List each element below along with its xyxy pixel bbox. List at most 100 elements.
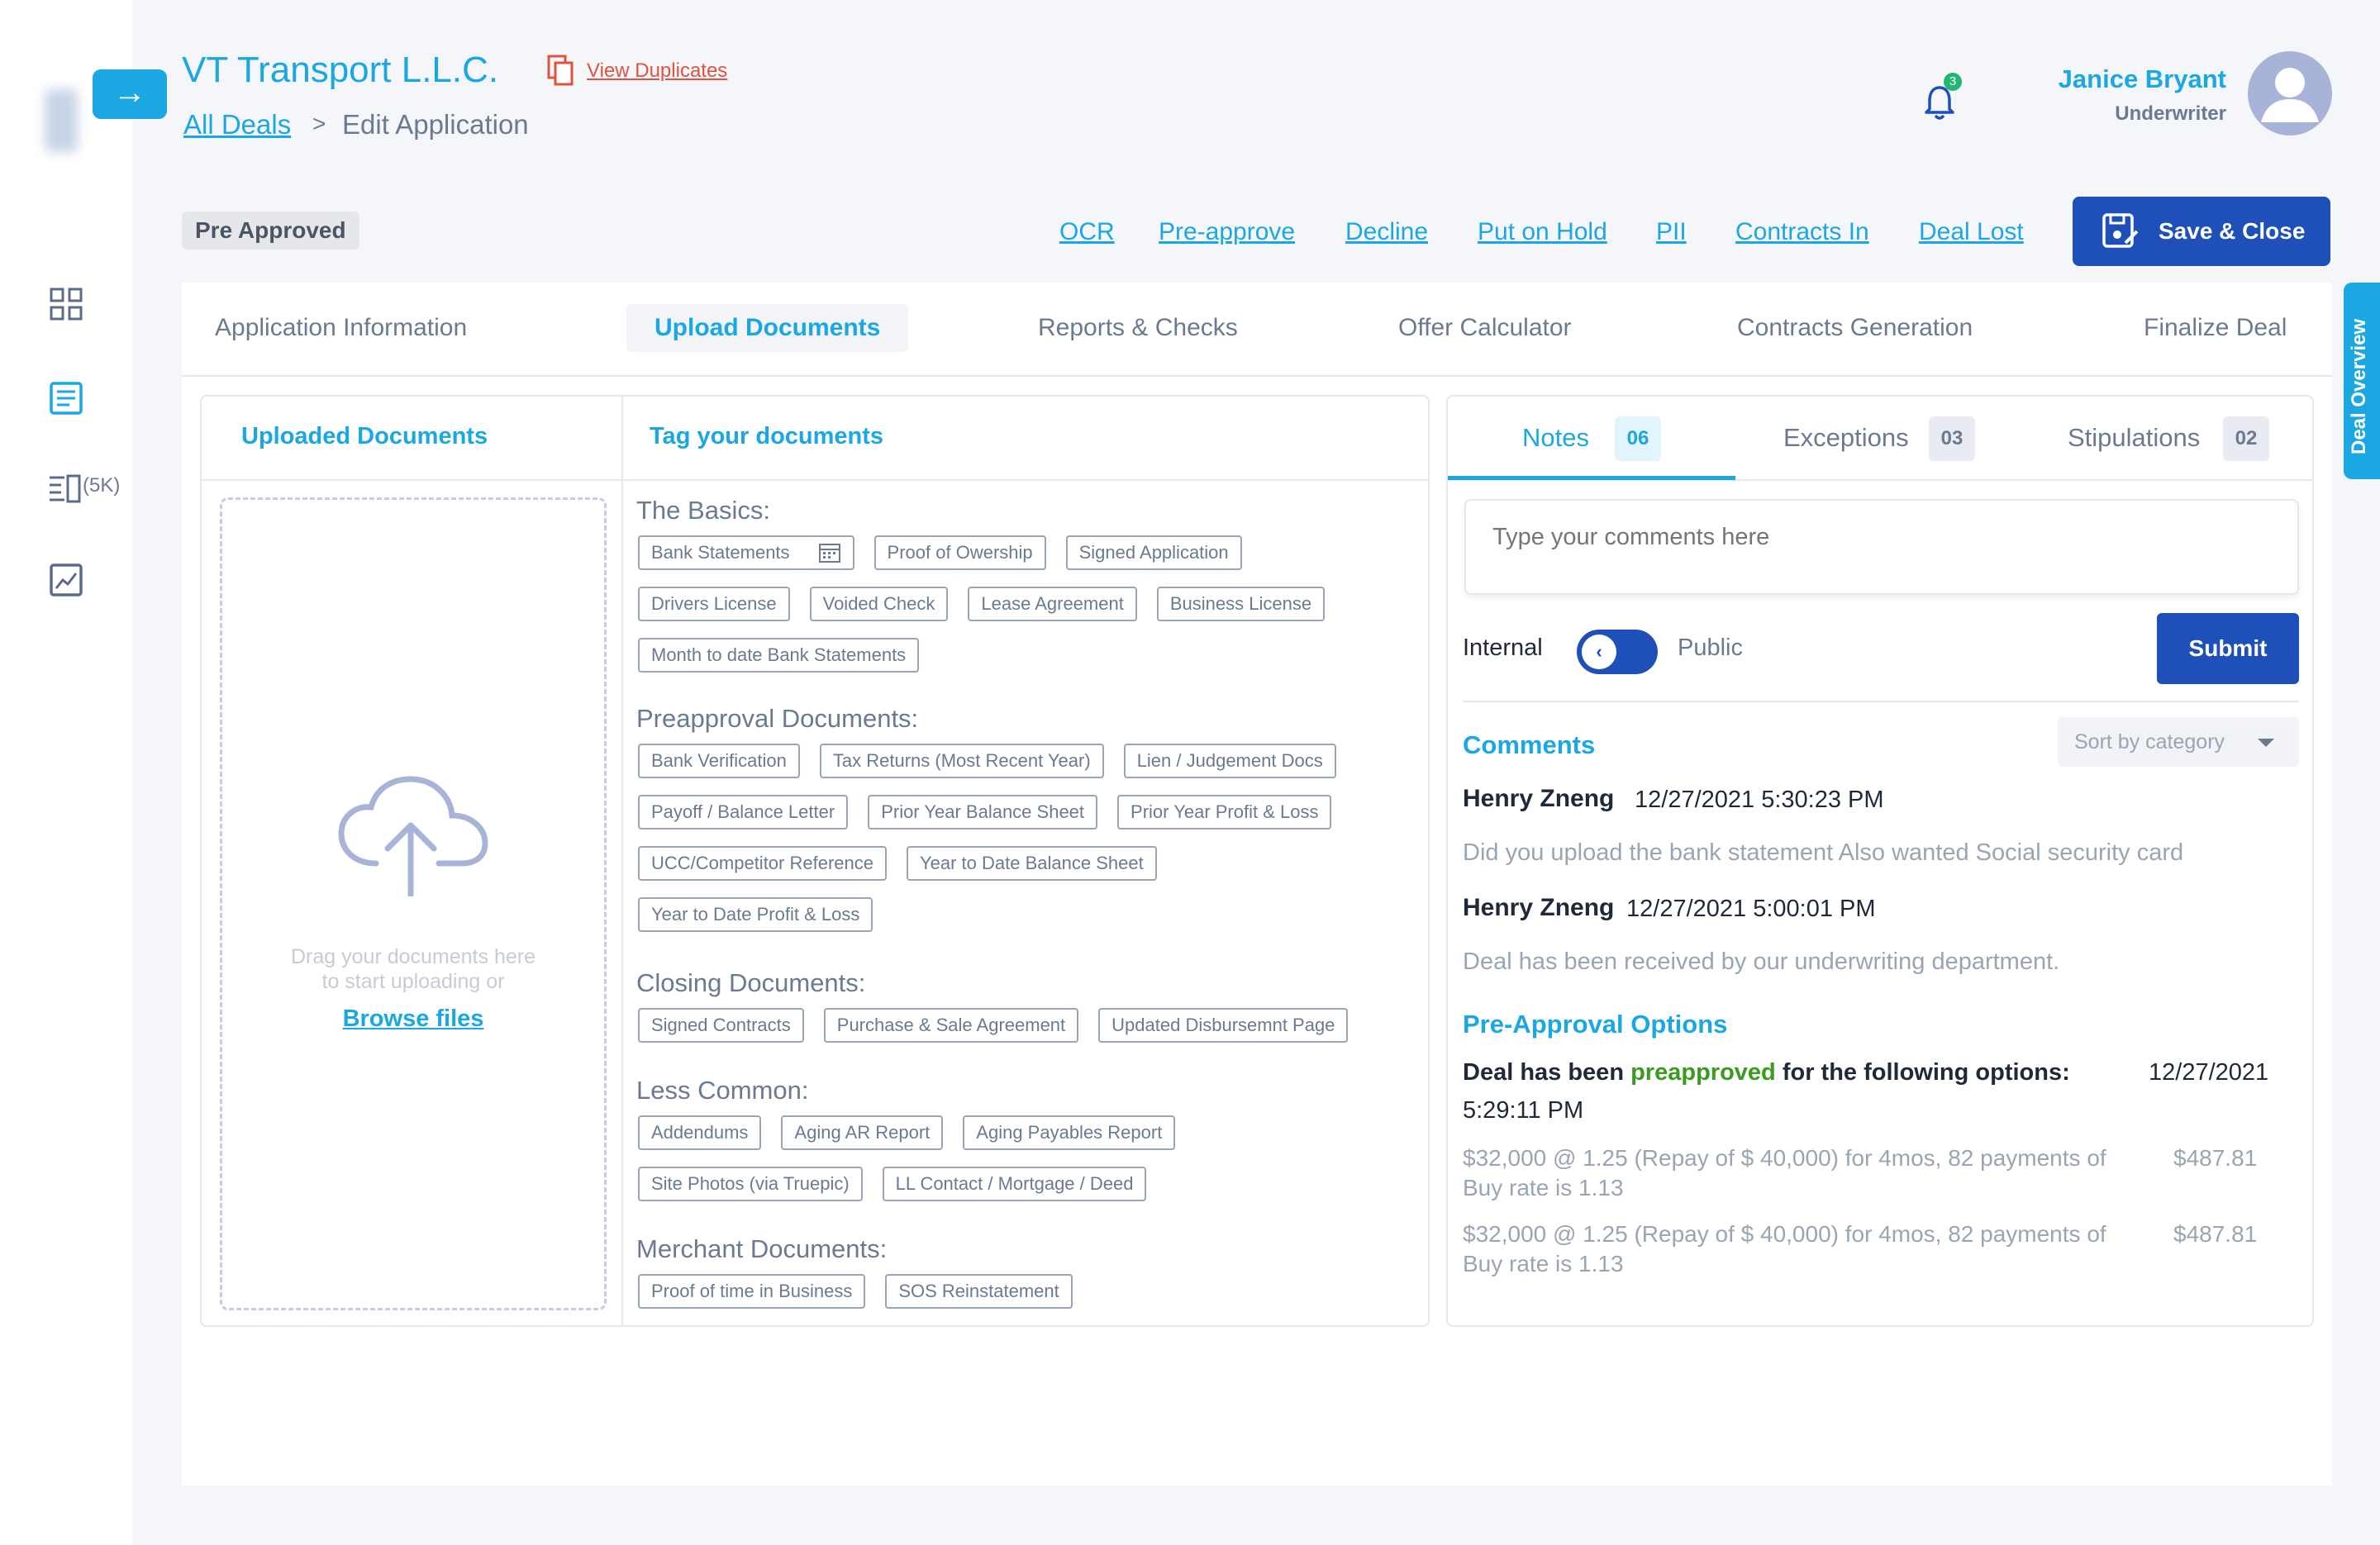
preapproval-suffix: for the following options: <box>1775 1059 2070 1086</box>
tag-documents-title: Tag your documents <box>650 423 884 449</box>
copy-icon[interactable] <box>547 55 575 88</box>
tab-reports-checks[interactable]: Reports & Checks <box>1038 314 1238 342</box>
notes-panel: Notes 06 Exceptions 03 Stipulations 02 I… <box>1446 395 2314 1327</box>
tag-proof-of-ownership[interactable]: Proof of Owership <box>873 535 1046 570</box>
dashboard-icon[interactable] <box>48 286 84 322</box>
section-preapproval-documents: Preapproval Documents: <box>636 704 919 733</box>
tag-updated-disbursement-page[interactable]: Updated Disbursemnt Page <box>1098 1008 1349 1043</box>
analytics-icon[interactable] <box>48 562 84 598</box>
caret-down-icon <box>2258 739 2274 747</box>
tag-month-to-date-bank-statements[interactable]: Month to date Bank Statements <box>638 638 920 673</box>
tab-exceptions[interactable]: Exceptions <box>1783 423 1909 453</box>
tag-prior-year-balance-sheet[interactable]: Prior Year Balance Sheet <box>868 795 1098 830</box>
section-less-common: Less Common: <box>636 1076 809 1105</box>
drop-instructions: Drag your documents here to start upload… <box>222 944 604 994</box>
deal-list-icon[interactable] <box>46 471 83 507</box>
save-close-label: Save & Close <box>2159 218 2306 244</box>
tag-ucc-competitor-reference[interactable]: UCC/Competitor Reference <box>638 846 887 881</box>
tag-signed-contracts[interactable]: Signed Contracts <box>638 1008 804 1043</box>
tag-proof-of-time-in-business[interactable]: Proof of time in Business <box>638 1274 866 1309</box>
ocr-link[interactable]: OCR <box>1059 218 1115 246</box>
notification-badge: 3 <box>1944 73 1962 91</box>
comment-author: Henry Zneng <box>1463 894 1615 921</box>
tag-ytd-profit-loss[interactable]: Year to Date Profit & Loss <box>638 897 873 932</box>
view-duplicates-link[interactable]: View Duplicates <box>587 59 727 83</box>
visibility-toggle[interactable]: ‹ <box>1577 630 1658 674</box>
status-badge: Pre Approved <box>182 212 359 250</box>
tag-bank-verification[interactable]: Bank Verification <box>638 744 800 778</box>
deal-overview-tab[interactable]: Deal Overview <box>2344 283 2380 479</box>
breadcrumb-current: Edit Application <box>342 109 529 140</box>
tag-ytd-balance-sheet[interactable]: Year to Date Balance Sheet <box>906 846 1157 881</box>
user-name[interactable]: Janice Bryant <box>2059 64 2226 94</box>
tab-contracts-generation[interactable]: Contracts Generation <box>1737 314 1973 342</box>
internal-label: Internal <box>1463 635 1543 661</box>
stipulations-count-badge: 02 <box>2223 416 2269 461</box>
pii-link[interactable]: PII <box>1656 218 1687 246</box>
tag-purchase-sale-agreement[interactable]: Purchase & Sale Agreement <box>823 1008 1079 1043</box>
tag-tax-returns[interactable]: Tax Returns (Most Recent Year) <box>819 744 1104 778</box>
tab-upload-documents[interactable]: Upload Documents <box>626 304 909 352</box>
avatar[interactable] <box>2248 51 2332 135</box>
section-closing-documents: Closing Documents: <box>636 968 866 997</box>
preapproval-prefix: Deal has been <box>1463 1059 1631 1086</box>
breadcrumb-all-deals[interactable]: All Deals <box>183 109 291 140</box>
comment-date: 12/27/2021 5:30:23 PM <box>1635 787 1884 813</box>
tag-lease-agreement[interactable]: Lease Agreement <box>968 587 1137 621</box>
pre-approve-link[interactable]: Pre-approve <box>1159 218 1295 246</box>
tab-offer-calculator[interactable]: Offer Calculator <box>1398 314 1572 342</box>
tag-prior-year-profit-loss[interactable]: Prior Year Profit & Loss <box>1117 795 1332 830</box>
document-icon[interactable] <box>48 380 84 416</box>
tab-stipulations[interactable]: Stipulations <box>2068 423 2200 453</box>
uploaded-documents-title: Uploaded Documents <box>241 423 488 449</box>
divider <box>1463 701 2299 702</box>
submit-button[interactable]: Submit <box>2157 613 2299 684</box>
contracts-in-link[interactable]: Contracts In <box>1735 218 1869 246</box>
company-title: VT Transport L.L.C. <box>182 50 499 90</box>
tag-aging-ar-report[interactable]: Aging AR Report <box>781 1115 944 1150</box>
tag-voided-check[interactable]: Voided Check <box>809 587 949 621</box>
chevron-left-icon: ‹ <box>1582 635 1616 669</box>
browse-files-link[interactable]: Browse files <box>222 1005 604 1033</box>
deal-overview-label: Deal Overview <box>2348 318 2370 454</box>
sort-label: Sort by category <box>2074 730 2225 753</box>
breadcrumb-separator: > <box>312 111 326 136</box>
tab-application-information[interactable]: Application Information <box>215 314 467 342</box>
tag-sos-reinstatement[interactable]: SOS Reinstatement <box>885 1274 1073 1309</box>
tag-bank-statements[interactable]: Bank Statements <box>638 535 854 570</box>
comment-text: Deal has been received by our underwriti… <box>1463 948 2060 975</box>
drop-instructions-line2: to start uploading or <box>321 970 505 993</box>
user-role: Underwriter <box>2115 102 2226 125</box>
save-close-button[interactable]: Save & Close <box>2073 197 2330 266</box>
tag-lien-judgement-docs[interactable]: Lien / Judgement Docs <box>1123 744 1336 778</box>
calendar-icon[interactable] <box>818 542 841 563</box>
tag-site-photos[interactable]: Site Photos (via Truepic) <box>638 1167 863 1201</box>
tag-payoff-balance-letter[interactable]: Payoff / Balance Letter <box>638 795 849 830</box>
sort-dropdown[interactable]: Sort by category <box>2058 717 2299 767</box>
tab-notes[interactable]: Notes <box>1522 423 1589 453</box>
comment-text: Did you upload the bank statement Also w… <box>1463 839 2184 866</box>
tab-bar: Application Information Upload Documents… <box>182 283 2332 377</box>
tag-ll-contact-mortgage-deed[interactable]: LL Contact / Mortgage / Deed <box>882 1167 1147 1201</box>
decline-link[interactable]: Decline <box>1345 218 1428 246</box>
tag-drivers-license[interactable]: Drivers License <box>638 587 790 621</box>
option-amount: $487.81 <box>2173 1221 2258 1247</box>
panel-header-divider <box>202 479 1428 481</box>
comment-input[interactable] <box>1464 499 2299 595</box>
tag-addendums[interactable]: Addendums <box>638 1115 762 1150</box>
comment-date: 12/27/2021 5:00:01 PM <box>1626 896 1876 922</box>
section-the-basics: The Basics: <box>636 496 770 525</box>
put-on-hold-link[interactable]: Put on Hold <box>1478 218 1607 246</box>
notes-count-badge: 06 <box>1615 416 1661 461</box>
deal-lost-link[interactable]: Deal Lost <box>1919 218 2024 246</box>
dropzone[interactable]: Drag your documents here to start upload… <box>220 497 607 1310</box>
tag-aging-payables-report[interactable]: Aging Payables Report <box>963 1115 1176 1150</box>
tab-finalize-deal[interactable]: Finalize Deal <box>2144 314 2287 342</box>
sidebar-toggle-button[interactable]: → <box>93 69 167 119</box>
tag-signed-application[interactable]: Signed Application <box>1065 535 1242 570</box>
option-line: $32,000 @ 1.25 (Repay of $ 40,000) for 4… <box>1463 1221 2106 1247</box>
section-merchant-documents: Merchant Documents: <box>636 1234 888 1263</box>
tag-business-license[interactable]: Business License <box>1156 587 1326 621</box>
active-tab-indicator <box>1448 476 1735 480</box>
save-icon <box>2102 213 2139 248</box>
